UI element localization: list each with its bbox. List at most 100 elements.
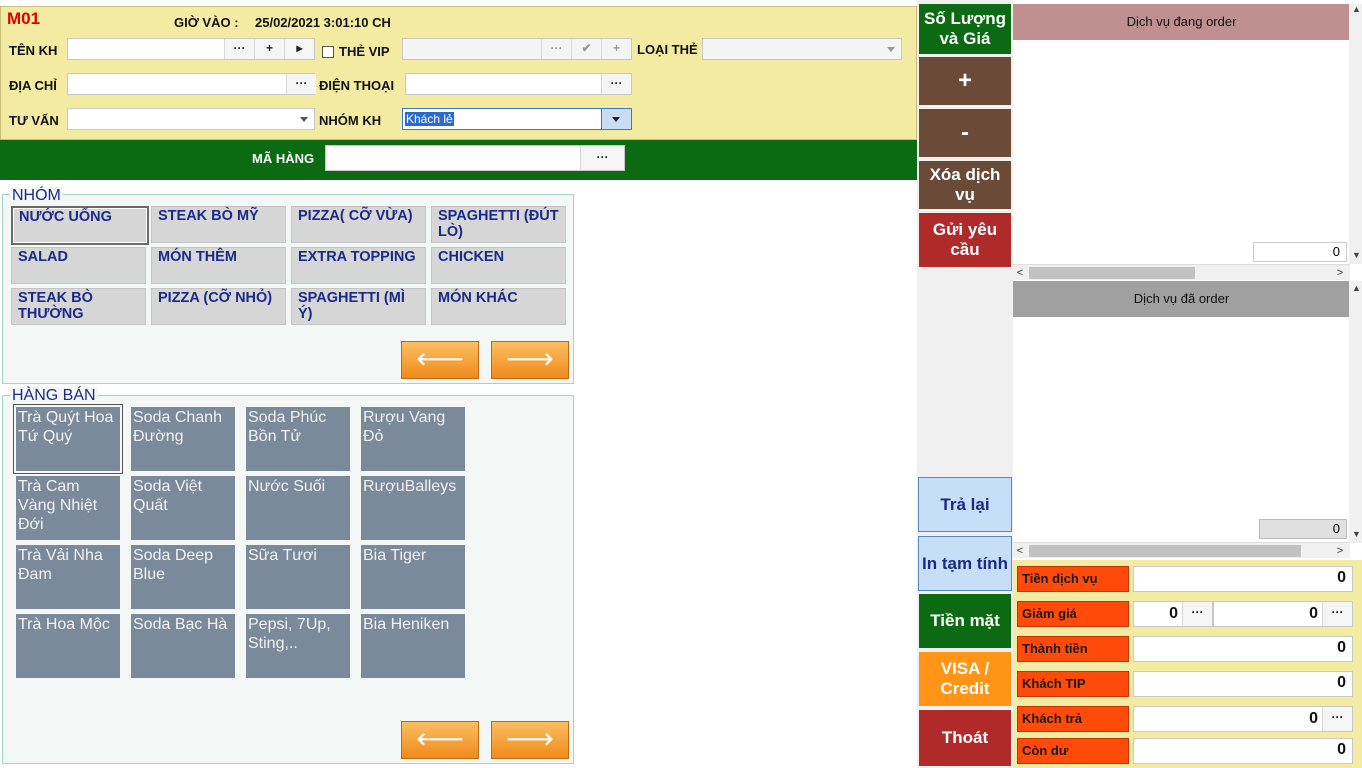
send-request-button[interactable]: Gửi yêu cầu [919,213,1011,267]
delete-service-button[interactable]: Xóa dịch vụ [919,161,1011,209]
scroll-thumb[interactable] [1029,545,1301,557]
group-button[interactable]: PIZZA (CỠ NHỎ) [151,288,286,325]
product-tile[interactable]: Trà Cam Vàng Nhiệt Đới [16,476,120,540]
tip-label: Khách TIP [1017,671,1129,697]
qty-price-button[interactable]: Số Lượng và Giá [919,4,1011,54]
ordered-vscroll[interactable]: ▲ ▼ [1349,281,1362,543]
paid-input[interactable]: 0 ··· [1133,706,1353,732]
group-button[interactable]: SPAGHETTI (MÌ Ý) [291,288,426,325]
product-tile[interactable]: Bia Tiger [361,545,465,609]
group-button[interactable]: STEAK BÒ MỸ [151,206,286,243]
product-frame-title: HÀNG BÁN [10,387,98,405]
product-tile[interactable]: Soda Phúc Bồn Tử [246,407,350,471]
exit-button[interactable]: Thoát [919,710,1011,766]
ordering-list[interactable]: Dịch vụ đang order ▲ ▼ 0 < > [1013,4,1362,280]
scroll-up-icon: ▲ [1352,283,1361,293]
customer-group-value: Khách lẻ [405,112,454,126]
service-total-value[interactable]: 0 [1133,566,1353,592]
group-button[interactable]: CHICKEN [431,247,566,284]
discount-percent-value: 0 [1309,605,1318,622]
product-tile[interactable]: Soda Việt Quất [131,476,235,540]
consultant-select[interactable] [67,108,315,130]
group-button[interactable]: MÓN THÊM [151,247,286,284]
product-tile[interactable]: Trà Hoa Mộc [16,614,120,678]
vip-checkbox[interactable] [322,46,334,58]
discount-percent-ellipsis-button[interactable]: ··· [1322,602,1352,626]
visa-button[interactable]: VISA / Credit [919,652,1011,706]
ordered-count: 0 [1259,519,1347,539]
group-button[interactable]: SPAGHETTI (ĐÚT LÒ) [431,206,566,243]
plus-button[interactable]: + [919,57,1011,105]
ordered-hscroll[interactable]: < > [1013,542,1350,558]
group-frame-title: NHÓM [10,187,63,205]
address-ellipsis-button[interactable]: ··· [286,74,316,94]
ordering-hscroll[interactable]: < > [1013,264,1350,280]
group-button[interactable]: EXTRA TOPPING [291,247,426,284]
product-tile[interactable]: Soda Bạc Hà [131,614,235,678]
tip-value[interactable]: 0 [1133,671,1353,697]
scroll-right-icon: > [1336,545,1344,557]
table-code: M01 [7,9,41,28]
product-next-button[interactable]: 🡒 [491,721,569,759]
discount-amount-input[interactable]: 0 ··· [1133,601,1213,627]
customer-name-next-button[interactable]: ▸ [284,39,314,59]
group-prev-button[interactable]: 🡐 [401,341,479,379]
total-value[interactable]: 0 [1133,636,1353,662]
chevron-down-icon [300,117,308,122]
product-code-input[interactable]: ··· [325,145,625,171]
phone-ellipsis-button[interactable]: ··· [601,74,631,94]
ordering-title: Dịch vụ đang order [1013,4,1350,40]
product-tile[interactable]: Soda Chanh Đường [131,407,235,471]
product-tile[interactable]: Soda Deep Blue [131,545,235,609]
discount-label: Giảm giá [1017,601,1129,627]
group-button[interactable]: STEAK BÒ THƯỜNG [11,288,146,325]
product-tile[interactable]: RượuBalleys [361,476,465,540]
return-button[interactable]: Trả lại [918,477,1012,532]
cash-button[interactable]: Tiền mặt [919,594,1011,648]
minus-button[interactable]: - [919,109,1011,157]
paid-label: Khách trả [1017,706,1129,732]
address-input[interactable]: ··· [67,73,316,95]
card-type-select[interactable] [702,38,902,60]
group-button[interactable]: MÓN KHÁC [431,288,566,325]
group-button[interactable]: PIZZA( CỠ VỪA) [291,206,426,243]
customer-name-ellipsis-button[interactable]: ··· [224,39,254,59]
arrow-right-icon: 🡒 [505,729,555,749]
ordering-vscroll[interactable]: ▲ ▼ [1349,4,1362,264]
customer-group-select[interactable]: Khách lẻ [402,108,632,130]
phone-input[interactable]: ··· [405,73,632,95]
product-tile[interactable]: Nước Suối [246,476,350,540]
chevron-down-icon [887,47,895,52]
checkin-label: GIỜ VÀO : [174,15,239,30]
arrow-left-icon: 🡐 [415,729,465,749]
product-prev-button[interactable]: 🡐 [401,721,479,759]
product-tile[interactable]: Rượu Vang Đỏ [361,407,465,471]
ordered-list[interactable]: Dịch vụ đã order ▲ ▼ 0 < > [1013,281,1362,560]
product-tile[interactable]: Bia Heniken [361,614,465,678]
vip-add-button[interactable]: + [601,39,631,59]
customer-group-dropdown-button[interactable] [601,109,631,129]
discount-percent-input[interactable]: 0 ··· [1213,601,1353,627]
change-value[interactable]: 0 [1133,738,1353,764]
vip-check-button[interactable]: ✔ [571,39,601,59]
discount-amount-ellipsis-button[interactable]: ··· [1182,602,1212,626]
scroll-thumb[interactable] [1029,267,1195,279]
paid-ellipsis-button[interactable]: ··· [1322,707,1352,731]
group-button[interactable]: SALAD [11,247,146,284]
vip-ellipsis-button[interactable]: ··· [541,39,571,59]
product-tile[interactable]: Pepsi, 7Up, Sting,.. [246,614,350,678]
group-button[interactable]: NƯỚC UỐNG [11,206,149,245]
product-code-ellipsis-button[interactable]: ··· [580,146,624,170]
total-label: Thành tiền [1017,636,1129,662]
scroll-right-icon: > [1336,267,1344,279]
product-tile[interactable]: Trà Vải Nha Đam [16,545,120,609]
discount-amount-value: 0 [1169,605,1178,622]
customer-name-add-button[interactable]: + [254,39,284,59]
customer-name-label: TÊN KH [9,43,58,58]
product-tile[interactable]: Sữa Tươi [246,545,350,609]
print-temp-button[interactable]: In tạm tính [918,536,1012,591]
vip-card-input[interactable]: ··· ✔ + [402,38,632,60]
customer-name-input[interactable]: ··· + ▸ [67,38,315,60]
product-tile[interactable]: Trà Quýt Hoa Tứ Quý [13,404,123,474]
group-next-button[interactable]: 🡒 [491,341,569,379]
